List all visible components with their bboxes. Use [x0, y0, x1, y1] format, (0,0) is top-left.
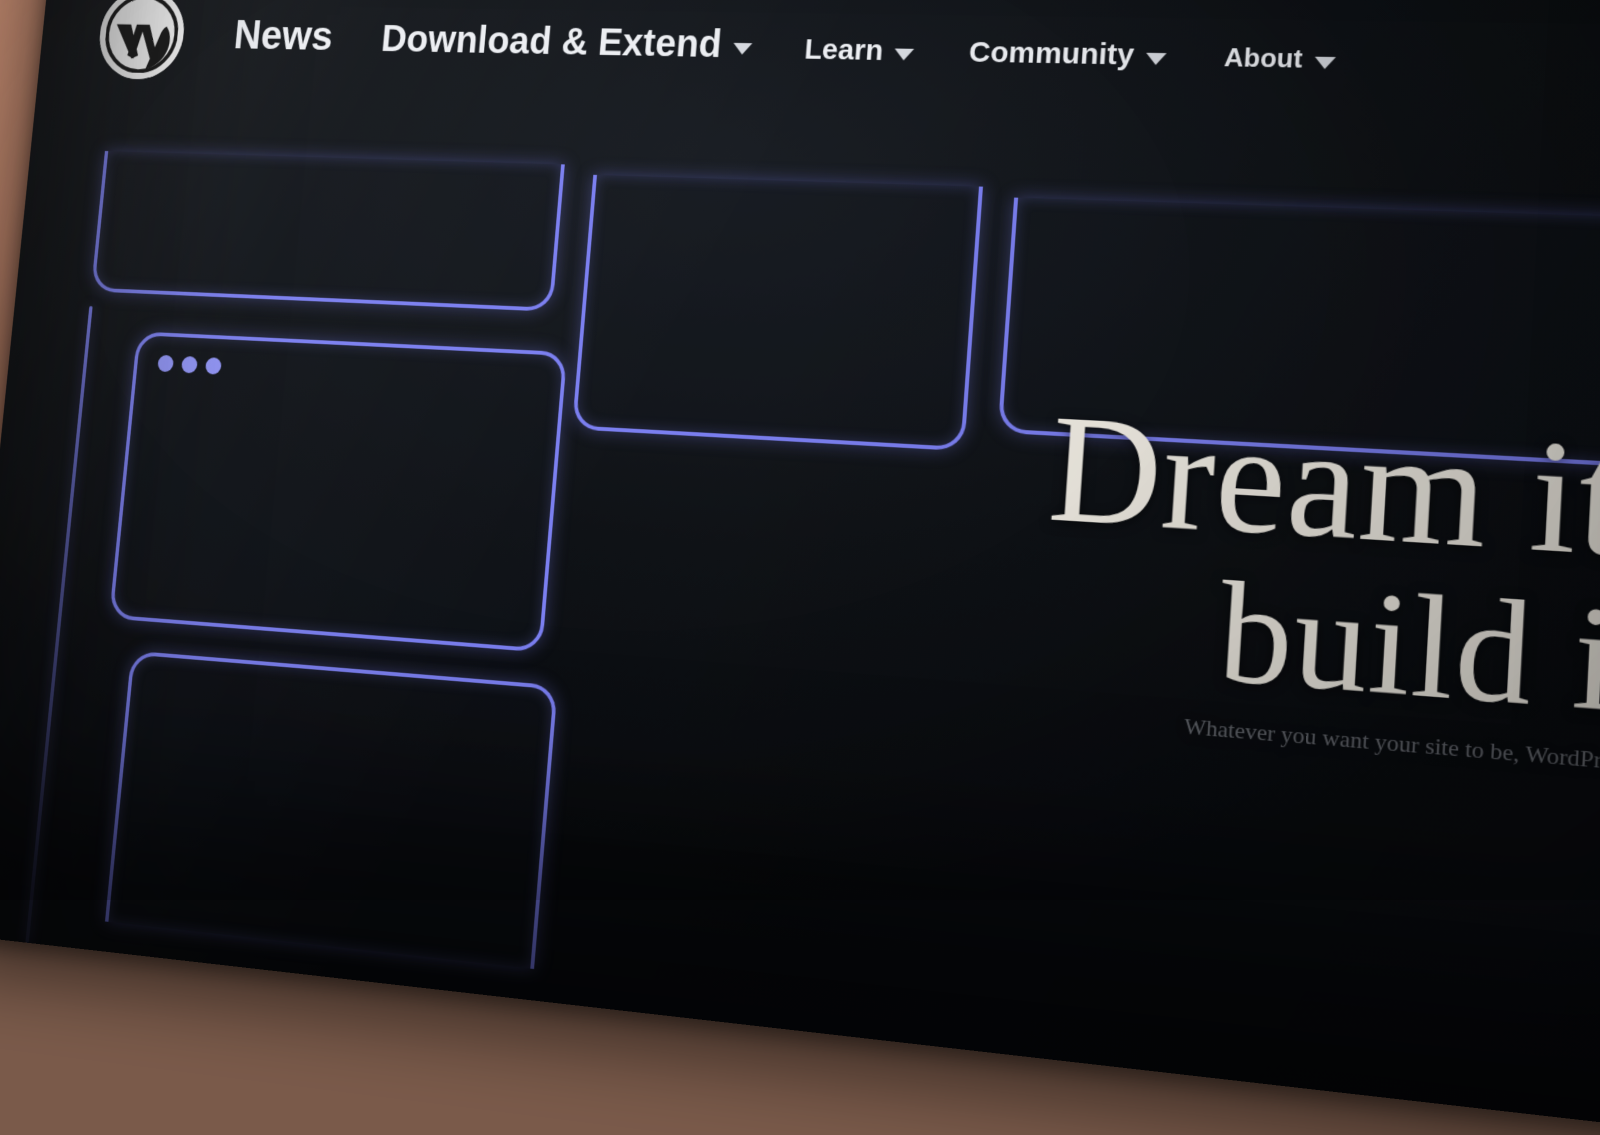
- hero-wireframe-panel: [572, 175, 983, 451]
- nav-item-news[interactable]: News: [232, 13, 335, 60]
- nav-label: Download & Extend: [379, 18, 723, 66]
- wordpress-logo-icon[interactable]: [96, 0, 188, 80]
- nav-label: Community: [968, 36, 1135, 73]
- nav-label: Learn: [803, 33, 884, 67]
- webpage-body: News Download & Extend Learn Community: [0, 0, 1600, 1135]
- nav-item-learn[interactable]: Learn: [803, 33, 915, 68]
- primary-nav: News Download & Extend Learn Community: [232, 13, 1338, 80]
- chevron-down-icon: [1315, 56, 1337, 69]
- hero-heading: Dream it, build it Whatever you want you…: [1033, 391, 1600, 779]
- nav-label: About: [1223, 42, 1303, 75]
- hero-wireframe-line: [25, 306, 92, 943]
- nav-item-about[interactable]: About: [1223, 42, 1337, 75]
- hero-wireframe-panel: [105, 651, 558, 969]
- nav-item-community[interactable]: Community: [968, 36, 1168, 73]
- photo-background: wordpress.org News: [0, 0, 1600, 900]
- nav-label: News: [232, 13, 335, 60]
- chevron-down-icon: [894, 49, 914, 61]
- monitor-stage: wordpress.org News: [0, 0, 1600, 1084]
- chevron-down-icon: [732, 42, 752, 54]
- monitor-screen: wordpress.org News: [0, 0, 1600, 1135]
- site-navbar: News Download & Extend Learn Community: [35, 0, 1600, 146]
- hero-wireframe-window: [109, 331, 567, 652]
- chevron-down-icon: [1146, 53, 1167, 65]
- hero-wireframe-panel: [91, 151, 565, 312]
- nav-item-download-extend[interactable]: Download & Extend: [379, 18, 753, 67]
